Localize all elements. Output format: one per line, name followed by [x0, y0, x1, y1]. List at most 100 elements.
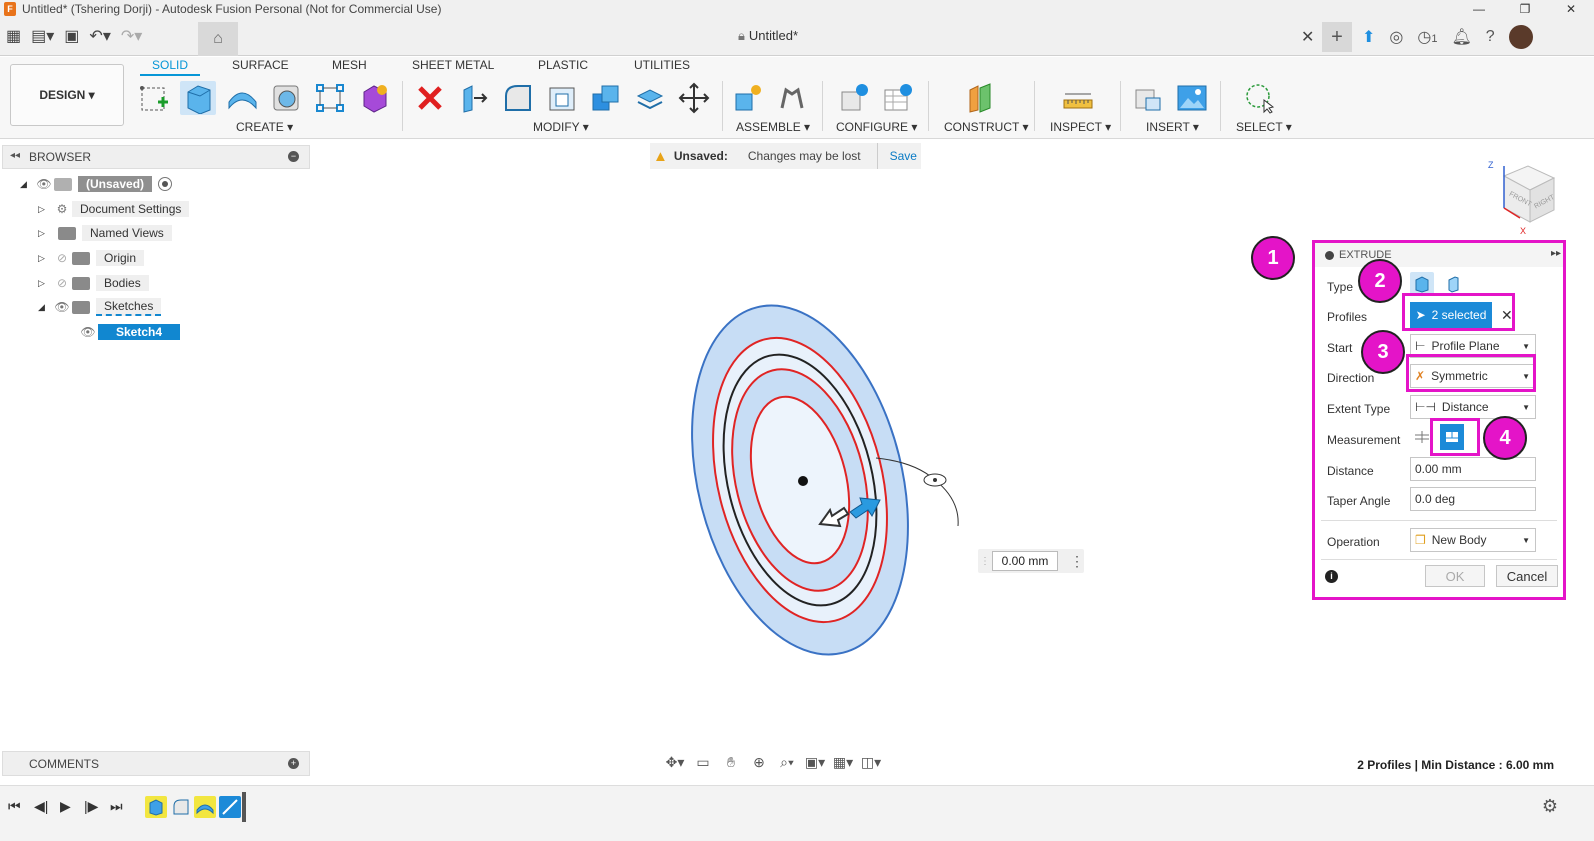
form-icon[interactable] — [356, 81, 392, 115]
tree-item-origin[interactable]: ▷ ⊘ Origin — [38, 248, 145, 268]
tree-item-named-views[interactable]: ▷ Named Views — [38, 223, 172, 243]
insert-menu[interactable]: INSERT ▾ — [1146, 120, 1199, 134]
delete-icon[interactable] — [412, 81, 448, 115]
close-tab-icon[interactable]: ✕ — [1301, 27, 1314, 47]
insert-image-icon[interactable] — [1174, 81, 1210, 115]
operation-dropdown[interactable]: ❒ New Body ▼ — [1410, 528, 1536, 552]
fillet-icon[interactable] — [500, 81, 536, 115]
go-to-start-icon[interactable]: ⏮ — [8, 798, 21, 815]
create-sketch-icon[interactable] — [136, 81, 172, 115]
display-settings-icon[interactable]: ▣▾ — [804, 754, 826, 771]
construct-plane-icon[interactable] — [962, 81, 998, 115]
timeline-extrude-feature[interactable] — [145, 796, 167, 818]
zoom-icon[interactable]: ⊕ — [748, 754, 770, 771]
tab-utilities[interactable]: UTILITIES — [634, 58, 690, 72]
extrude-direction-arrows[interactable] — [818, 488, 888, 538]
tree-item-sketch4[interactable]: 👁︎ Sketch4 — [78, 322, 181, 342]
ok-button[interactable]: OK — [1425, 565, 1485, 587]
file-menu-icon[interactable]: ▤▾ — [31, 26, 54, 46]
assemble-menu[interactable]: ASSEMBLE ▾ — [736, 120, 810, 134]
add-comment-icon[interactable]: + — [288, 758, 299, 769]
step-back-icon[interactable]: ◀| — [34, 798, 48, 815]
measure-icon[interactable] — [1060, 81, 1096, 115]
offset-face-icon[interactable] — [632, 81, 668, 115]
restore-button[interactable]: ❐ — [1502, 0, 1548, 18]
save-link[interactable]: Save — [890, 149, 917, 163]
visibility-eye-icon[interactable]: 👁︎ — [34, 177, 54, 191]
expand-triangle-icon[interactable]: ▷ — [38, 228, 52, 239]
active-radio-icon[interactable] — [158, 177, 173, 191]
close-window-button[interactable]: ✕ — [1548, 0, 1594, 18]
info-icon[interactable]: i — [1325, 570, 1338, 583]
tree-item-root[interactable]: ◢ 👁︎ (Unsaved) — [20, 174, 173, 194]
configure-menu[interactable]: CONFIGURE ▾ — [836, 120, 917, 134]
hidden-eye-icon[interactable]: ⊘ — [52, 251, 72, 265]
select-menu[interactable]: SELECT ▾ — [1236, 120, 1292, 134]
redo-icon[interactable]: ↷▾ — [121, 26, 142, 46]
minimize-button[interactable]: — — [1456, 0, 1502, 18]
job-status-icon[interactable]: ◎ — [1389, 27, 1403, 47]
sketch-profile-graphic[interactable] — [680, 290, 980, 670]
tree-item-document-settings[interactable]: ▷ ⚙ Document Settings — [38, 199, 190, 219]
orbit-icon[interactable]: ✥▾ — [664, 754, 686, 771]
pattern-icon[interactable] — [312, 81, 348, 115]
cancel-button[interactable]: Cancel — [1496, 565, 1558, 587]
tab-sheet-metal[interactable]: SHEET METAL — [412, 58, 494, 72]
expand-triangle-icon[interactable]: ▷ — [38, 253, 52, 264]
insert-derive-icon[interactable] — [1130, 81, 1166, 115]
save-icon[interactable]: ▣ — [64, 26, 79, 46]
combine-icon[interactable] — [588, 81, 624, 115]
drag-handle-icon[interactable]: ⋮⋮ — [980, 556, 1000, 567]
grid-icon[interactable]: ▦▾ — [832, 754, 854, 771]
timeline-marker[interactable] — [242, 792, 246, 822]
viewcube[interactable]: FRONT RIGHT Z X — [1484, 156, 1564, 236]
visibility-eye-icon[interactable]: 👁︎ — [52, 300, 72, 314]
joint-icon[interactable] — [774, 81, 810, 115]
expand-triangle-icon[interactable]: ◢ — [38, 302, 52, 313]
play-icon[interactable]: ▶ — [60, 798, 71, 815]
go-to-end-icon[interactable]: ⏭ — [110, 798, 123, 815]
workspace-switcher-button[interactable]: DESIGN ▾ — [10, 64, 124, 126]
expand-triangle-icon[interactable]: ◢ — [20, 179, 34, 190]
extent-type-dropdown[interactable]: ⊢⊣ Distance ▼ — [1410, 395, 1536, 419]
hole-icon[interactable] — [268, 81, 304, 115]
hidden-eye-icon[interactable]: ⊘ — [52, 276, 72, 290]
select-icon[interactable] — [1242, 81, 1278, 115]
tab-mesh[interactable]: MESH — [332, 58, 367, 72]
home-icon[interactable]: ⌂ — [198, 22, 238, 56]
new-component-icon[interactable] — [730, 81, 766, 115]
collapse-dot-icon[interactable] — [1325, 251, 1334, 260]
move-icon[interactable] — [676, 81, 712, 115]
gear-icon[interactable]: ⚙ — [1542, 796, 1558, 817]
more-options-icon[interactable]: ⋮ — [1070, 553, 1084, 570]
document-tab[interactable]: 🔒︎ Untitled* — [738, 28, 798, 44]
visibility-eye-icon[interactable]: 👁︎ — [78, 325, 98, 339]
measurement-option-1-button[interactable] — [1412, 427, 1432, 447]
viewports-icon[interactable]: ◫▾ — [860, 754, 882, 771]
zoom-window-icon[interactable]: ⌕▾ — [776, 754, 798, 771]
undo-icon[interactable]: ↶▾ — [89, 26, 110, 46]
modify-menu[interactable]: MODIFY ▾ — [533, 120, 589, 134]
expand-triangle-icon[interactable]: ▷ — [38, 204, 52, 215]
tab-surface[interactable]: SURFACE — [232, 58, 289, 72]
extrude-icon[interactable] — [180, 81, 216, 115]
taper-angle-input[interactable]: 0.0 deg — [1410, 487, 1536, 511]
press-pull-icon[interactable] — [456, 81, 492, 115]
inspect-menu[interactable]: INSPECT ▾ — [1050, 120, 1111, 134]
minimize-panel-icon[interactable]: − — [288, 151, 299, 162]
timeline-revolve-feature[interactable] — [194, 796, 216, 818]
shell-icon[interactable] — [544, 81, 580, 115]
construct-menu[interactable]: CONSTRUCT ▾ — [944, 120, 1028, 134]
collapse-panel-icon[interactable]: ◂◂ — [10, 150, 20, 161]
step-forward-icon[interactable]: |▶ — [84, 798, 98, 815]
configuration-table-icon[interactable] — [880, 81, 916, 115]
help-icon[interactable]: ? — [1486, 28, 1495, 46]
expand-dialog-icon[interactable]: ▸▸ — [1551, 248, 1561, 259]
tree-item-sketches[interactable]: ◢ 👁︎ Sketches — [38, 297, 162, 317]
revolve-icon[interactable] — [224, 81, 260, 115]
avatar[interactable] — [1508, 25, 1533, 49]
timeline-fillet-feature[interactable] — [170, 796, 192, 818]
look-at-icon[interactable]: ▭ — [692, 754, 714, 771]
timeline-sketch-feature[interactable] — [219, 796, 241, 818]
new-tab-button[interactable]: + — [1322, 22, 1352, 52]
